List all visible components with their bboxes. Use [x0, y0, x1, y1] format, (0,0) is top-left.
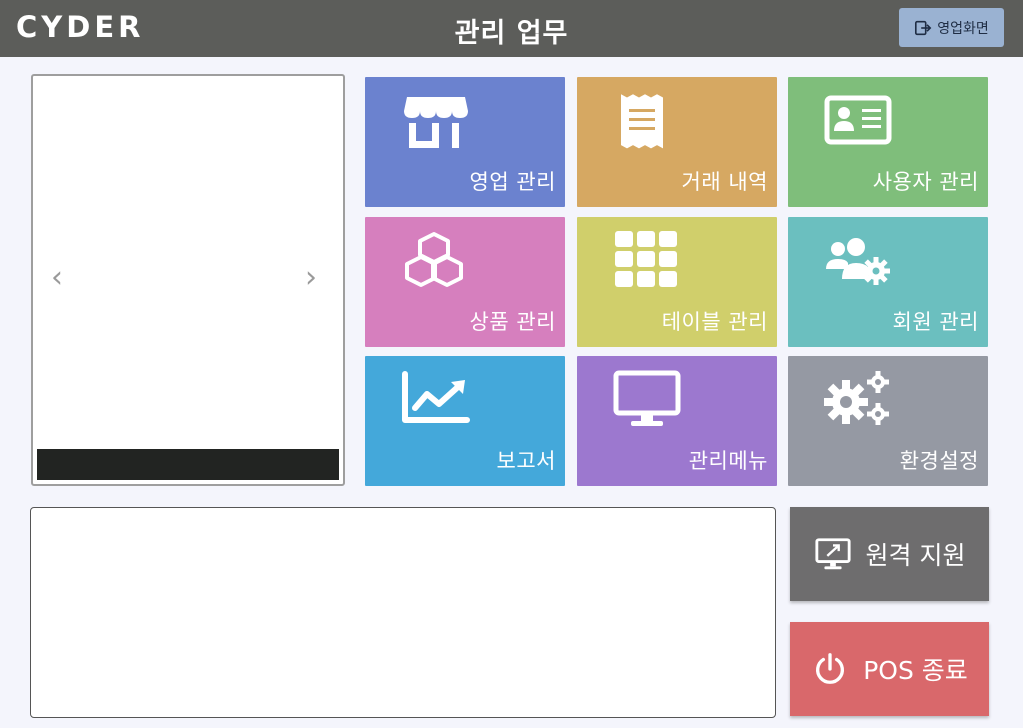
tile-member-management[interactable]: 회원 관리: [788, 217, 988, 347]
store-icon: [404, 97, 468, 148]
slider-next-icon[interactable]: ›: [305, 260, 317, 295]
boxes-icon: [405, 232, 463, 287]
tile-label: 상품 관리: [469, 310, 556, 334]
sales-screen-button[interactable]: 영업화면: [899, 8, 1004, 47]
tile-transaction-history[interactable]: 거래 내역: [577, 77, 777, 207]
slider-prev-icon[interactable]: ‹: [51, 260, 63, 295]
id-card-icon: [824, 95, 892, 145]
page-title: 관리 업무: [454, 18, 569, 49]
tile-settings[interactable]: 환경설정: [788, 356, 988, 486]
users-gear-icon: [826, 238, 890, 285]
power-icon: [816, 653, 845, 684]
tile-label: 관리메뉴: [688, 449, 768, 473]
monitor-icon: [613, 370, 681, 426]
tile-sales-management[interactable]: 영업 관리: [365, 77, 565, 207]
chart-line-icon: [402, 371, 470, 423]
tile-user-management[interactable]: 사용자 관리: [788, 77, 988, 207]
tile-label: 거래 내역: [681, 170, 768, 194]
sign-out-icon: [915, 20, 932, 35]
tile-product-management[interactable]: 상품 관리: [365, 217, 565, 347]
remote-support-button[interactable]: 원격 지원: [790, 507, 989, 601]
receipt-icon: [621, 94, 663, 149]
message-panel: [30, 507, 776, 718]
sales-screen-label: 영업화면: [937, 20, 989, 37]
remote-desktop-icon: [814, 538, 851, 570]
app-header: CYDER 관리 업무 영업화면: [0, 0, 1023, 57]
tile-report[interactable]: 보고서: [365, 356, 565, 486]
pos-exit-label: POS 종료: [863, 656, 968, 685]
image-slider: ‹ ›: [31, 74, 345, 486]
pos-exit-button[interactable]: POS 종료: [790, 622, 989, 716]
slider-caption-bar: [37, 449, 339, 480]
tile-label: 회원 관리: [892, 310, 979, 334]
tile-label: 영업 관리: [469, 170, 556, 194]
tile-label: 환경설정: [899, 449, 979, 473]
tile-label: 보고서: [496, 449, 556, 473]
tile-label: 테이블 관리: [661, 310, 768, 334]
remote-support-label: 원격 지원: [865, 541, 966, 570]
tile-label: 사용자 관리: [872, 170, 979, 194]
tile-table-management[interactable]: 테이블 관리: [577, 217, 777, 347]
gears-icon: [824, 371, 889, 425]
grid-icon: [615, 231, 677, 287]
tile-admin-menu[interactable]: 관리메뉴: [577, 356, 777, 486]
